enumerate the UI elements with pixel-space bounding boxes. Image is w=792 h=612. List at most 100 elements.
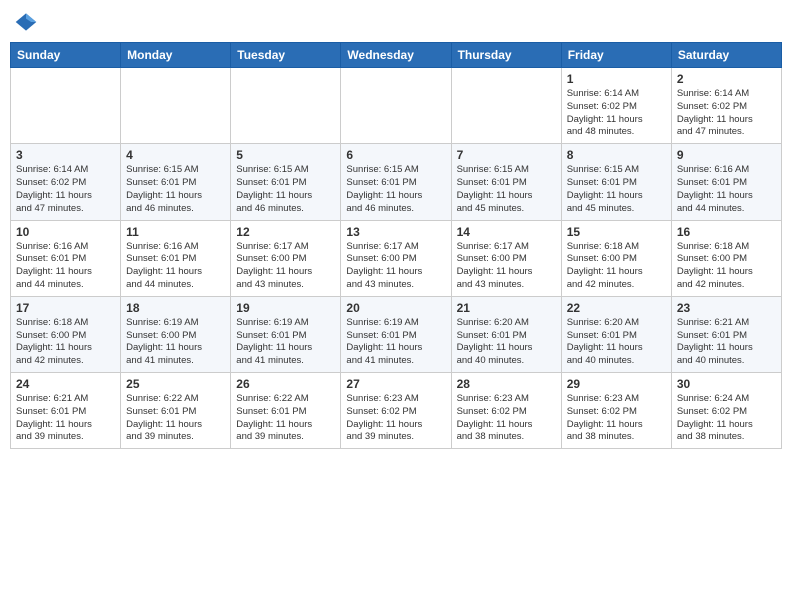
day-info: Sunrise: 6:22 AM Sunset: 6:01 PM Dayligh… [236, 393, 335, 444]
day-info: Sunrise: 6:15 AM Sunset: 6:01 PM Dayligh… [346, 164, 445, 215]
day-cell: 29 Sunrise: 6:23 AM Sunset: 6:02 PM Dayli… [561, 373, 671, 449]
day-number: 17 [16, 301, 115, 315]
day-number: 19 [236, 301, 335, 315]
day-number: 10 [16, 225, 115, 239]
day-info: Sunrise: 6:19 AM Sunset: 6:00 PM Dayligh… [126, 317, 225, 368]
week-row-3: 10 Sunrise: 6:16 AM Sunset: 6:01 PM Dayli… [11, 220, 782, 296]
day-info: Sunrise: 6:17 AM Sunset: 6:00 PM Dayligh… [346, 241, 445, 292]
day-number: 25 [126, 377, 225, 391]
weekday-header-saturday: Saturday [671, 43, 781, 68]
day-cell: 3 Sunrise: 6:14 AM Sunset: 6:02 PM Daylig… [11, 144, 121, 220]
day-number: 23 [677, 301, 776, 315]
day-number: 6 [346, 148, 445, 162]
day-number: 5 [236, 148, 335, 162]
day-info: Sunrise: 6:14 AM Sunset: 6:02 PM Dayligh… [16, 164, 115, 215]
day-cell: 2 Sunrise: 6:14 AM Sunset: 6:02 PM Daylig… [671, 68, 781, 144]
weekday-header-row: SundayMondayTuesdayWednesdayThursdayFrid… [11, 43, 782, 68]
day-cell [11, 68, 121, 144]
day-info: Sunrise: 6:18 AM Sunset: 6:00 PM Dayligh… [567, 241, 666, 292]
day-info: Sunrise: 6:23 AM Sunset: 6:02 PM Dayligh… [457, 393, 556, 444]
day-cell: 13Sunrise: 6:17 AM Sunset: 6:00 PM Dayli… [341, 220, 451, 296]
day-cell: 6 Sunrise: 6:15 AM Sunset: 6:01 PM Daylig… [341, 144, 451, 220]
day-info: Sunrise: 6:22 AM Sunset: 6:01 PM Dayligh… [126, 393, 225, 444]
day-info: Sunrise: 6:19 AM Sunset: 6:01 PM Dayligh… [346, 317, 445, 368]
day-number: 20 [346, 301, 445, 315]
day-cell: 18 Sunrise: 6:19 AM Sunset: 6:00 PM Dayli… [121, 296, 231, 372]
weekday-header-friday: Friday [561, 43, 671, 68]
week-row-5: 24 Sunrise: 6:21 AM Sunset: 6:01 PM Dayli… [11, 373, 782, 449]
day-cell: 15Sunrise: 6:18 AM Sunset: 6:00 PM Dayli… [561, 220, 671, 296]
day-info: Sunrise: 6:23 AM Sunset: 6:02 PM Dayligh… [567, 393, 666, 444]
day-cell: 24 Sunrise: 6:21 AM Sunset: 6:01 PM Dayli… [11, 373, 121, 449]
day-number: 4 [126, 148, 225, 162]
day-info: Sunrise: 6:15 AM Sunset: 6:01 PM Dayligh… [457, 164, 556, 215]
day-cell: 21Sunrise: 6:20 AM Sunset: 6:01 PM Dayli… [451, 296, 561, 372]
day-number: 11 [126, 225, 225, 239]
day-cell: 5 Sunrise: 6:15 AM Sunset: 6:01 PM Daylig… [231, 144, 341, 220]
day-cell: 14 Sunrise: 6:17 AM Sunset: 6:00 PM Dayli… [451, 220, 561, 296]
weekday-header-wednesday: Wednesday [341, 43, 451, 68]
day-number: 24 [16, 377, 115, 391]
logo [14, 10, 40, 34]
day-number: 30 [677, 377, 776, 391]
day-cell: 17 Sunrise: 6:18 AM Sunset: 6:00 PM Dayli… [11, 296, 121, 372]
day-number: 18 [126, 301, 225, 315]
day-cell: 12 Sunrise: 6:17 AM Sunset: 6:00 PM Dayli… [231, 220, 341, 296]
day-info: Sunrise: 6:21 AM Sunset: 6:01 PM Dayligh… [677, 317, 776, 368]
weekday-header-tuesday: Tuesday [231, 43, 341, 68]
day-info: Sunrise: 6:18 AM Sunset: 6:00 PM Dayligh… [16, 317, 115, 368]
day-info: Sunrise: 6:16 AM Sunset: 6:01 PM Dayligh… [126, 241, 225, 292]
day-cell [451, 68, 561, 144]
day-cell: 26Sunrise: 6:22 AM Sunset: 6:01 PM Dayli… [231, 373, 341, 449]
day-info: Sunrise: 6:14 AM Sunset: 6:02 PM Dayligh… [677, 88, 776, 139]
day-number: 7 [457, 148, 556, 162]
day-number: 22 [567, 301, 666, 315]
day-cell: 22 Sunrise: 6:20 AM Sunset: 6:01 PM Dayli… [561, 296, 671, 372]
day-number: 29 [567, 377, 666, 391]
day-cell: 10 Sunrise: 6:16 AM Sunset: 6:01 PM Dayli… [11, 220, 121, 296]
day-info: Sunrise: 6:16 AM Sunset: 6:01 PM Dayligh… [16, 241, 115, 292]
weekday-header-monday: Monday [121, 43, 231, 68]
day-cell: 11 Sunrise: 6:16 AM Sunset: 6:01 PM Dayli… [121, 220, 231, 296]
day-cell: 1Sunrise: 6:14 AM Sunset: 6:02 PM Daylig… [561, 68, 671, 144]
day-number: 3 [16, 148, 115, 162]
day-number: 2 [677, 72, 776, 86]
day-cell [121, 68, 231, 144]
day-info: Sunrise: 6:18 AM Sunset: 6:00 PM Dayligh… [677, 241, 776, 292]
day-cell: 9Sunrise: 6:16 AM Sunset: 6:01 PM Daylig… [671, 144, 781, 220]
page-header [10, 10, 782, 34]
day-number: 28 [457, 377, 556, 391]
weekday-header-sunday: Sunday [11, 43, 121, 68]
day-info: Sunrise: 6:15 AM Sunset: 6:01 PM Dayligh… [567, 164, 666, 215]
day-number: 21 [457, 301, 556, 315]
day-cell: 25 Sunrise: 6:22 AM Sunset: 6:01 PM Dayli… [121, 373, 231, 449]
week-row-1: 1Sunrise: 6:14 AM Sunset: 6:02 PM Daylig… [11, 68, 782, 144]
day-info: Sunrise: 6:15 AM Sunset: 6:01 PM Dayligh… [236, 164, 335, 215]
day-cell: 7 Sunrise: 6:15 AM Sunset: 6:01 PM Daylig… [451, 144, 561, 220]
day-cell: 30 Sunrise: 6:24 AM Sunset: 6:02 PM Dayli… [671, 373, 781, 449]
day-cell: 23 Sunrise: 6:21 AM Sunset: 6:01 PM Dayli… [671, 296, 781, 372]
day-number: 27 [346, 377, 445, 391]
day-info: Sunrise: 6:14 AM Sunset: 6:02 PM Dayligh… [567, 88, 666, 139]
day-cell: 20 Sunrise: 6:19 AM Sunset: 6:01 PM Dayli… [341, 296, 451, 372]
day-info: Sunrise: 6:23 AM Sunset: 6:02 PM Dayligh… [346, 393, 445, 444]
day-number: 16 [677, 225, 776, 239]
day-cell: 16 Sunrise: 6:18 AM Sunset: 6:00 PM Dayli… [671, 220, 781, 296]
day-number: 8 [567, 148, 666, 162]
day-info: Sunrise: 6:17 AM Sunset: 6:00 PM Dayligh… [236, 241, 335, 292]
day-cell [341, 68, 451, 144]
day-cell: 28 Sunrise: 6:23 AM Sunset: 6:02 PM Dayli… [451, 373, 561, 449]
logo-icon [14, 10, 38, 34]
day-info: Sunrise: 6:20 AM Sunset: 6:01 PM Dayligh… [567, 317, 666, 368]
day-cell: 8 Sunrise: 6:15 AM Sunset: 6:01 PM Daylig… [561, 144, 671, 220]
week-row-4: 17 Sunrise: 6:18 AM Sunset: 6:00 PM Dayli… [11, 296, 782, 372]
day-info: Sunrise: 6:21 AM Sunset: 6:01 PM Dayligh… [16, 393, 115, 444]
day-number: 14 [457, 225, 556, 239]
day-cell: 27 Sunrise: 6:23 AM Sunset: 6:02 PM Dayli… [341, 373, 451, 449]
day-info: Sunrise: 6:24 AM Sunset: 6:02 PM Dayligh… [677, 393, 776, 444]
week-row-2: 3 Sunrise: 6:14 AM Sunset: 6:02 PM Daylig… [11, 144, 782, 220]
day-info: Sunrise: 6:17 AM Sunset: 6:00 PM Dayligh… [457, 241, 556, 292]
day-cell: 19Sunrise: 6:19 AM Sunset: 6:01 PM Dayli… [231, 296, 341, 372]
day-number: 12 [236, 225, 335, 239]
day-cell: 4Sunrise: 6:15 AM Sunset: 6:01 PM Daylig… [121, 144, 231, 220]
